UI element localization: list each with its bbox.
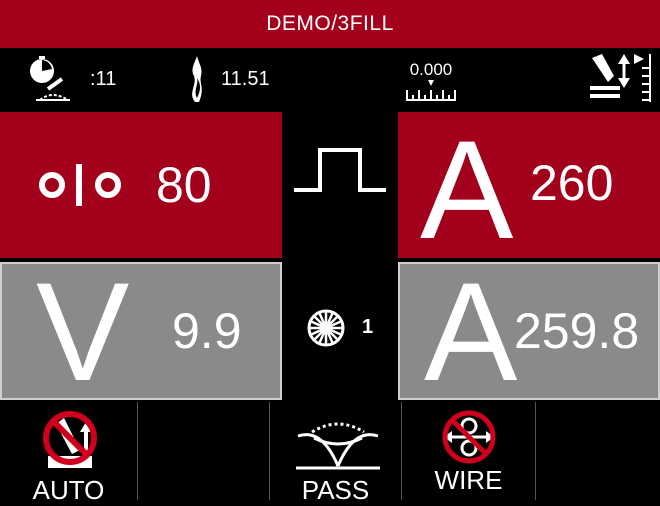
scale-status: 0.000 <box>404 60 458 102</box>
empty-softkey-2[interactable] <box>536 402 660 500</box>
flame-icon <box>192 56 202 102</box>
actual-current-symbol: A <box>424 253 518 410</box>
stopwatch-icon <box>30 56 70 101</box>
torch-height-icon[interactable] <box>588 52 656 104</box>
wire-button[interactable]: WIRE <box>402 402 536 500</box>
wire-feed-spinner-icon <box>307 309 345 347</box>
ruler-icon <box>406 80 456 101</box>
pulse-waveform-icon <box>294 148 386 192</box>
auto-button[interactable]: AUTO <box>0 402 138 505</box>
empty-softkey-1[interactable] <box>138 402 270 500</box>
voltage-symbol: V <box>36 253 130 410</box>
travel-speed-icon <box>39 164 121 206</box>
set-current-symbol: A <box>420 111 514 268</box>
weld-pass-icon <box>296 422 380 470</box>
status-bar: :11 11.51 0.000 <box>0 48 660 110</box>
heat-value: 11.51 <box>221 67 270 90</box>
title-bar: DEMO/3FILL <box>0 0 660 48</box>
pass-label: PASS <box>301 475 370 505</box>
stickout-status[interactable] <box>588 52 656 104</box>
timer-status: :11 <box>28 56 116 102</box>
set-current-value: 260 <box>530 155 614 211</box>
auto-label: AUTO <box>32 475 105 505</box>
pass-button[interactable]: PASS <box>270 402 402 505</box>
scale-value: 0.000 <box>409 60 453 79</box>
waveform-area <box>282 112 398 258</box>
wire-label: WIRE <box>434 465 503 495</box>
travel-speed-panel[interactable]: 80 <box>0 112 282 258</box>
travel-speed-value: 80 <box>156 157 212 213</box>
actual-current-value: 259.8 <box>514 303 640 359</box>
timer-value: :11 <box>90 67 117 90</box>
voltage-panel: V 9.9 <box>0 253 282 410</box>
set-current-panel[interactable]: A 260 <box>398 111 660 268</box>
spinner-count: 1 <box>362 316 374 338</box>
no-torch-up-icon <box>43 411 97 468</box>
mode-indicator: 1 <box>282 262 398 400</box>
actual-current-panel: A 259.8 <box>398 253 660 410</box>
program-title: DEMO/3FILL <box>266 12 394 35</box>
heat-status: 11.51 <box>185 54 270 104</box>
no-wire-feed-icon <box>442 410 496 464</box>
voltage-value: 9.9 <box>172 303 242 359</box>
